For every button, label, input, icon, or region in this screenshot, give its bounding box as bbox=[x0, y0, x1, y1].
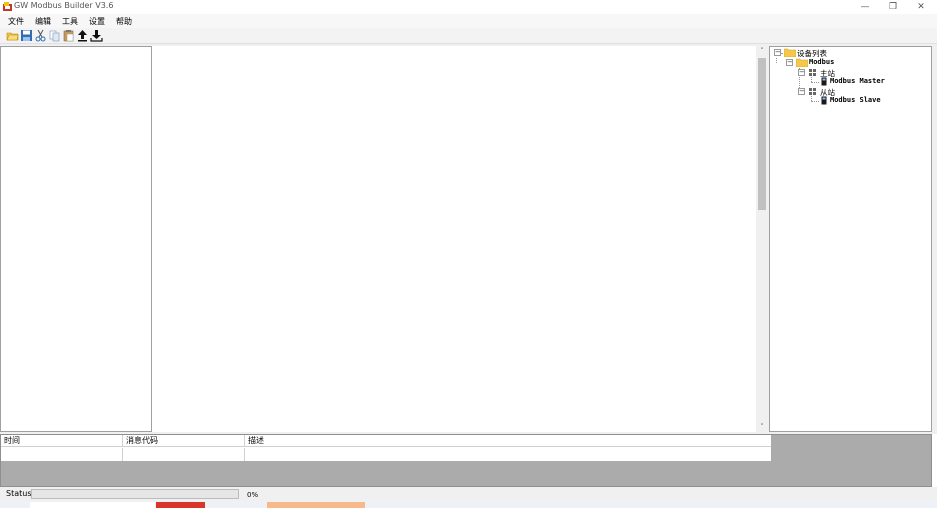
progress-percent: 0% bbox=[247, 491, 259, 499]
progress-bar bbox=[31, 489, 239, 499]
tree-guide bbox=[811, 101, 819, 102]
device-icon bbox=[821, 77, 827, 86]
menu-edit[interactable]: 编辑 bbox=[35, 16, 51, 27]
menu-help[interactable]: 帮助 bbox=[116, 16, 132, 27]
editor-area[interactable] bbox=[152, 46, 768, 432]
log-cell bbox=[123, 448, 245, 461]
tree-guide bbox=[776, 58, 777, 63]
tree-collapse-toggle[interactable]: − bbox=[798, 69, 805, 76]
taskbar-item[interactable] bbox=[156, 502, 205, 508]
log-column-description[interactable]: 描述 bbox=[245, 435, 771, 447]
vertical-scrollbar[interactable]: ˄ ˅ bbox=[756, 46, 768, 432]
save-icon[interactable] bbox=[20, 29, 33, 42]
scroll-down-button[interactable]: ˅ bbox=[756, 422, 768, 432]
close-button[interactable]: ✕ bbox=[907, 0, 935, 14]
tree-guide bbox=[811, 82, 819, 83]
toolbar bbox=[0, 28, 937, 44]
taskbar-item[interactable] bbox=[267, 502, 365, 508]
menu-file[interactable]: 文件 bbox=[8, 16, 24, 27]
log-column-time[interactable]: 时间 bbox=[1, 435, 123, 447]
download-icon[interactable] bbox=[90, 29, 103, 42]
tree-modbus-master[interactable]: Modbus Master bbox=[830, 77, 885, 85]
network-icon bbox=[809, 69, 816, 76]
device-icon bbox=[821, 96, 827, 105]
log-table: 时间 消息代码 描述 bbox=[1, 435, 771, 461]
window-title: GW Modbus Builder V3.6 bbox=[14, 1, 114, 10]
copy-icon[interactable] bbox=[48, 29, 61, 42]
menu-settings[interactable]: 设置 bbox=[89, 16, 105, 27]
status-bar: Status 0% bbox=[0, 487, 937, 501]
restore-button[interactable]: ❐ bbox=[879, 0, 907, 14]
project-panel[interactable] bbox=[0, 46, 152, 432]
log-column-code[interactable]: 消息代码 bbox=[123, 435, 245, 447]
minimize-button[interactable]: — bbox=[851, 0, 879, 14]
log-cell bbox=[1, 448, 123, 461]
device-tree-panel: − 设备列表 − Modbus − 主站 Modbus Master − 从站 … bbox=[769, 46, 932, 432]
tree-collapse-toggle[interactable]: − bbox=[798, 88, 805, 95]
scroll-up-button[interactable]: ˄ bbox=[756, 46, 768, 56]
taskbar-item[interactable] bbox=[30, 502, 155, 508]
tree-modbus[interactable]: Modbus bbox=[809, 58, 834, 66]
tree-collapse-toggle[interactable]: − bbox=[774, 49, 781, 56]
open-folder-icon[interactable] bbox=[6, 29, 19, 42]
upload-icon[interactable] bbox=[76, 29, 89, 42]
app-icon bbox=[3, 2, 12, 11]
menu-bar: 文件 编辑 工具 设置 帮助 bbox=[0, 14, 937, 28]
log-header: 时间 消息代码 描述 bbox=[1, 435, 771, 447]
scroll-thumb[interactable] bbox=[758, 58, 766, 210]
tree-modbus-slave[interactable]: Modbus Slave bbox=[830, 96, 881, 104]
title-bar: GW Modbus Builder V3.6 — ❐ ✕ bbox=[0, 0, 937, 14]
paste-icon[interactable] bbox=[62, 29, 75, 42]
folder-icon bbox=[796, 58, 808, 67]
tree-collapse-toggle[interactable]: − bbox=[786, 59, 793, 66]
log-cell bbox=[245, 448, 771, 461]
folder-icon bbox=[784, 48, 796, 57]
cut-icon[interactable] bbox=[34, 29, 47, 42]
status-label: Status bbox=[6, 489, 32, 498]
network-icon bbox=[809, 88, 816, 95]
menu-tools[interactable]: 工具 bbox=[62, 16, 78, 27]
